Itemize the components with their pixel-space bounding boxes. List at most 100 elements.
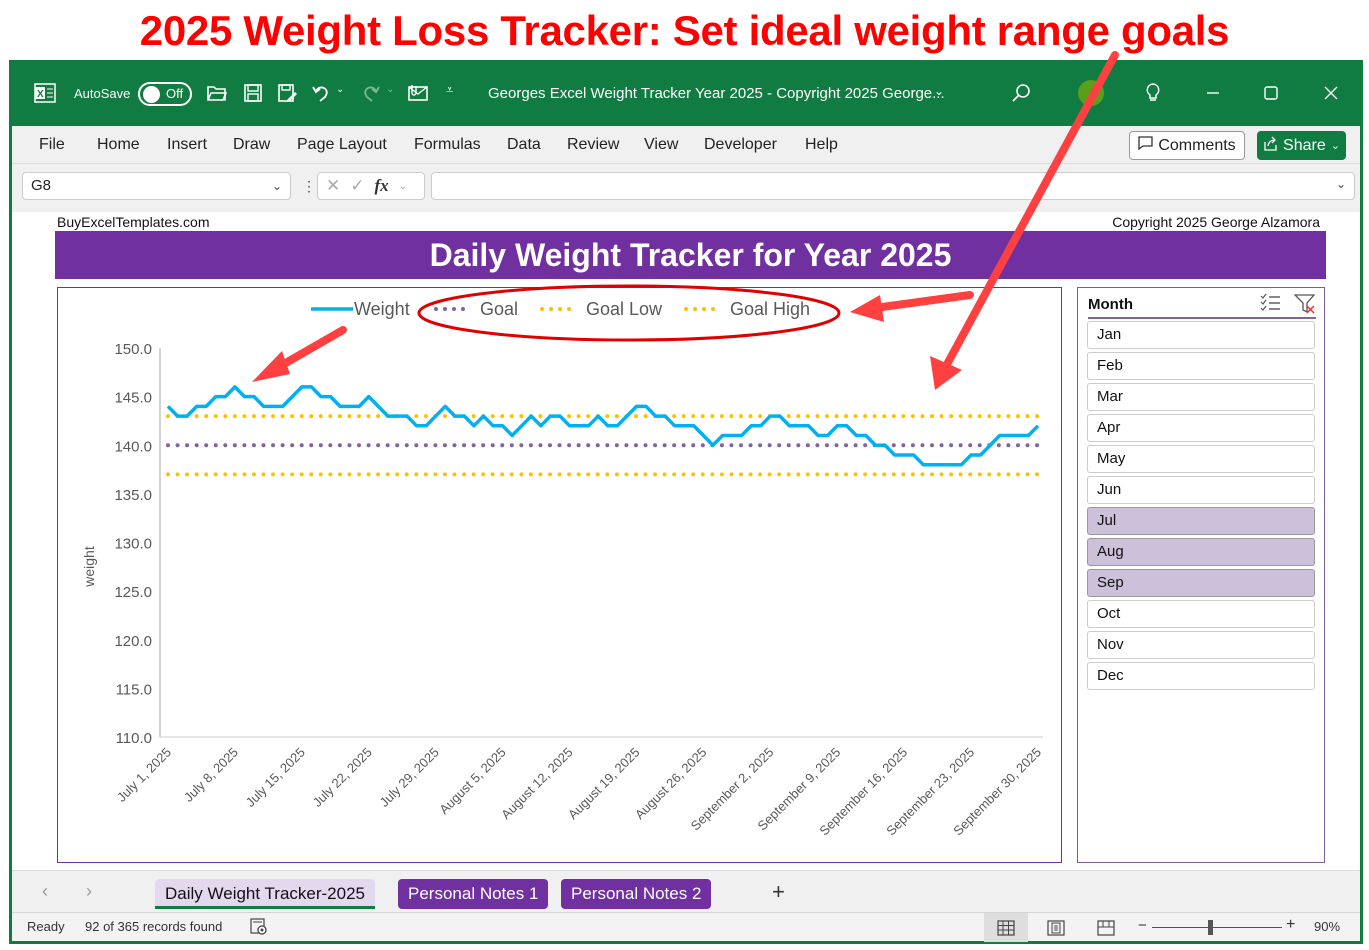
undo-icon[interactable] xyxy=(310,82,332,104)
open-folder-icon[interactable] xyxy=(206,82,228,104)
close-icon[interactable] xyxy=(1320,82,1342,104)
worksheet-area[interactable]: BuyExcelTemplates.com Copyright 2025 Geo… xyxy=(12,212,1360,870)
site-label: BuyExcelTemplates.com xyxy=(57,214,210,230)
add-sheet-button[interactable]: + xyxy=(772,879,785,905)
tab-insert[interactable]: Insert xyxy=(167,136,207,154)
tab-draw[interactable]: Draw xyxy=(233,136,270,154)
series-weight-line xyxy=(166,385,1040,467)
slicer-item-feb[interactable]: Feb xyxy=(1087,352,1315,380)
normal-view-button[interactable] xyxy=(984,913,1028,942)
tab-developer[interactable]: Developer xyxy=(704,136,777,154)
formula-input[interactable]: ⌄ xyxy=(431,172,1355,200)
share-label: Share xyxy=(1283,136,1326,154)
page-layout-view-button[interactable] xyxy=(1034,913,1078,942)
tab-view[interactable]: View xyxy=(644,136,678,154)
zoom-level[interactable]: 90% xyxy=(1314,919,1340,934)
slicer-item-nov[interactable]: Nov xyxy=(1087,631,1315,659)
autosave-state: Off xyxy=(166,86,184,101)
formula-bar-resize-handle[interactable]: ⋮ xyxy=(302,178,316,195)
slicer-item-oct[interactable]: Oct xyxy=(1087,600,1315,628)
zoom-out-button[interactable]: − xyxy=(1138,917,1147,934)
weight-chart[interactable]: 150.0 145.0 140.0 135.0 130.0 125.0 120.0 115.0… xyxy=(57,287,1062,863)
toggle-knob xyxy=(143,86,160,103)
y-tick-label: 140.0 xyxy=(114,438,152,455)
name-box[interactable]: G8 ⌄ xyxy=(22,172,291,200)
autosave-toggle[interactable]: Off xyxy=(138,82,192,106)
slicer-item-dec[interactable]: Dec xyxy=(1087,662,1315,690)
status-bar: Ready 92 of 365 records found − + 90% xyxy=(12,912,1360,942)
legend-label-goal-high: Goal High xyxy=(730,299,810,319)
expand-formula-bar-icon[interactable]: ⌄ xyxy=(1336,177,1346,191)
tab-file[interactable]: File xyxy=(39,136,65,154)
confirm-formula-icon[interactable]: ✓ xyxy=(350,176,364,196)
zoom-slider-thumb[interactable] xyxy=(1208,920,1213,935)
page-break-view-button[interactable] xyxy=(1084,913,1128,942)
tab-home[interactable]: Home xyxy=(97,136,140,154)
save-as-icon[interactable] xyxy=(276,82,298,104)
sheet-tab-personal-notes-1[interactable]: Personal Notes 1 xyxy=(398,879,549,909)
copyright-label: Copyright 2025 George Alzamora xyxy=(1112,214,1320,230)
slicer-item-jun[interactable]: Jun xyxy=(1087,476,1315,504)
accessibility-icon[interactable] xyxy=(250,918,268,939)
tab-page-layout[interactable]: Page Layout xyxy=(297,136,387,154)
slicer-item-jul[interactable]: Jul xyxy=(1087,507,1315,535)
sheet-tab-daily-weight-tracker[interactable]: Daily Weight Tracker-2025 xyxy=(155,879,375,909)
next-sheet-icon[interactable]: › xyxy=(86,881,92,902)
formula-controls: ✕ ✓ fx ⌄ xyxy=(317,172,425,200)
legend-label-weight: Weight xyxy=(354,299,410,319)
slicer-header: Month xyxy=(1088,293,1316,319)
tab-data[interactable]: Data xyxy=(507,136,541,154)
tab-review[interactable]: Review xyxy=(567,136,619,154)
slicer-item-sep[interactable]: Sep xyxy=(1087,569,1315,597)
prev-sheet-icon[interactable]: ‹ xyxy=(42,881,48,902)
status-records: 92 of 365 records found xyxy=(85,919,223,934)
y-tick-label: 135.0 xyxy=(114,487,152,504)
save-icon[interactable] xyxy=(242,82,264,104)
customize-toolbar-icon[interactable]: ⩡ xyxy=(446,82,453,98)
document-title[interactable]: Georges Excel Weight Tracker Year 2025 -… xyxy=(488,85,945,102)
name-box-dropdown-icon[interactable]: ⌄ xyxy=(272,173,282,199)
title-bar: X AutoSave Off ⌄ ⌄ ⩡ Georges Excel Weigh… xyxy=(12,60,1360,126)
y-tick-label: 145.0 xyxy=(114,390,152,407)
slicer-item-jan[interactable]: Jan xyxy=(1087,321,1315,349)
tab-formulas[interactable]: Formulas xyxy=(414,136,481,154)
y-axis-title: weight xyxy=(81,546,97,588)
undo-dropdown-icon[interactable]: ⌄ xyxy=(336,84,344,95)
copilot-icon[interactable] xyxy=(1078,80,1104,106)
y-tick-label: 120.0 xyxy=(114,633,152,650)
email-attach-icon[interactable] xyxy=(406,82,430,104)
redo-dropdown-icon[interactable]: ⌄ xyxy=(386,84,394,95)
sheet-tab-personal-notes-2[interactable]: Personal Notes 2 xyxy=(561,879,712,909)
zoom-slider-track[interactable] xyxy=(1152,927,1282,928)
title-dropdown-icon[interactable]: ⌄ xyxy=(934,84,944,98)
excel-window: X AutoSave Off ⌄ ⌄ ⩡ Georges Excel Weigh… xyxy=(9,60,1363,944)
x-tick-label: July 8, 2025 xyxy=(181,745,241,805)
cancel-formula-icon[interactable]: ✕ xyxy=(326,176,340,196)
minimize-icon[interactable] xyxy=(1202,82,1224,104)
maximize-icon[interactable] xyxy=(1260,82,1282,104)
y-tick-label: 110.0 xyxy=(116,730,152,747)
multi-select-icon[interactable] xyxy=(1260,293,1282,320)
slicer-item-mar[interactable]: Mar xyxy=(1087,383,1315,411)
chart-svg: 150.0 145.0 140.0 135.0 130.0 125.0 120.0 115.0… xyxy=(81,299,1044,838)
share-button[interactable]: Share ⌄ xyxy=(1257,131,1346,160)
slicer-item-apr[interactable]: Apr xyxy=(1087,414,1315,442)
slicer-item-may[interactable]: May xyxy=(1087,445,1315,473)
x-tick-label: July 29, 2025 xyxy=(377,745,442,810)
zoom-in-button[interactable]: + xyxy=(1286,916,1295,934)
comments-button[interactable]: Comments xyxy=(1129,131,1245,160)
clear-filter-icon[interactable] xyxy=(1293,293,1316,320)
lightbulb-icon[interactable] xyxy=(1142,82,1164,104)
tab-help[interactable]: Help xyxy=(805,136,838,154)
x-tick-label: August 26, 2025 xyxy=(632,745,710,823)
month-slicer[interactable]: Month Jan Feb Mar Apr May Jun Jul Aug Sep Oct Nov D… xyxy=(1077,287,1325,863)
ribbon-tabs: File Home Insert Draw Page Layout Formul… xyxy=(12,126,1360,164)
slicer-item-aug[interactable]: Aug xyxy=(1087,538,1315,566)
share-dropdown-icon[interactable]: ⌄ xyxy=(1331,139,1340,152)
name-box-value: G8 xyxy=(31,177,52,194)
search-icon[interactable] xyxy=(1010,82,1032,104)
redo-icon[interactable] xyxy=(360,82,382,104)
promo-banner-title: 2025 Weight Loss Tracker: Set ideal weig… xyxy=(139,7,1230,54)
insert-function-icon[interactable]: fx xyxy=(375,176,389,196)
fx-dropdown-icon[interactable]: ⌄ xyxy=(399,181,407,192)
